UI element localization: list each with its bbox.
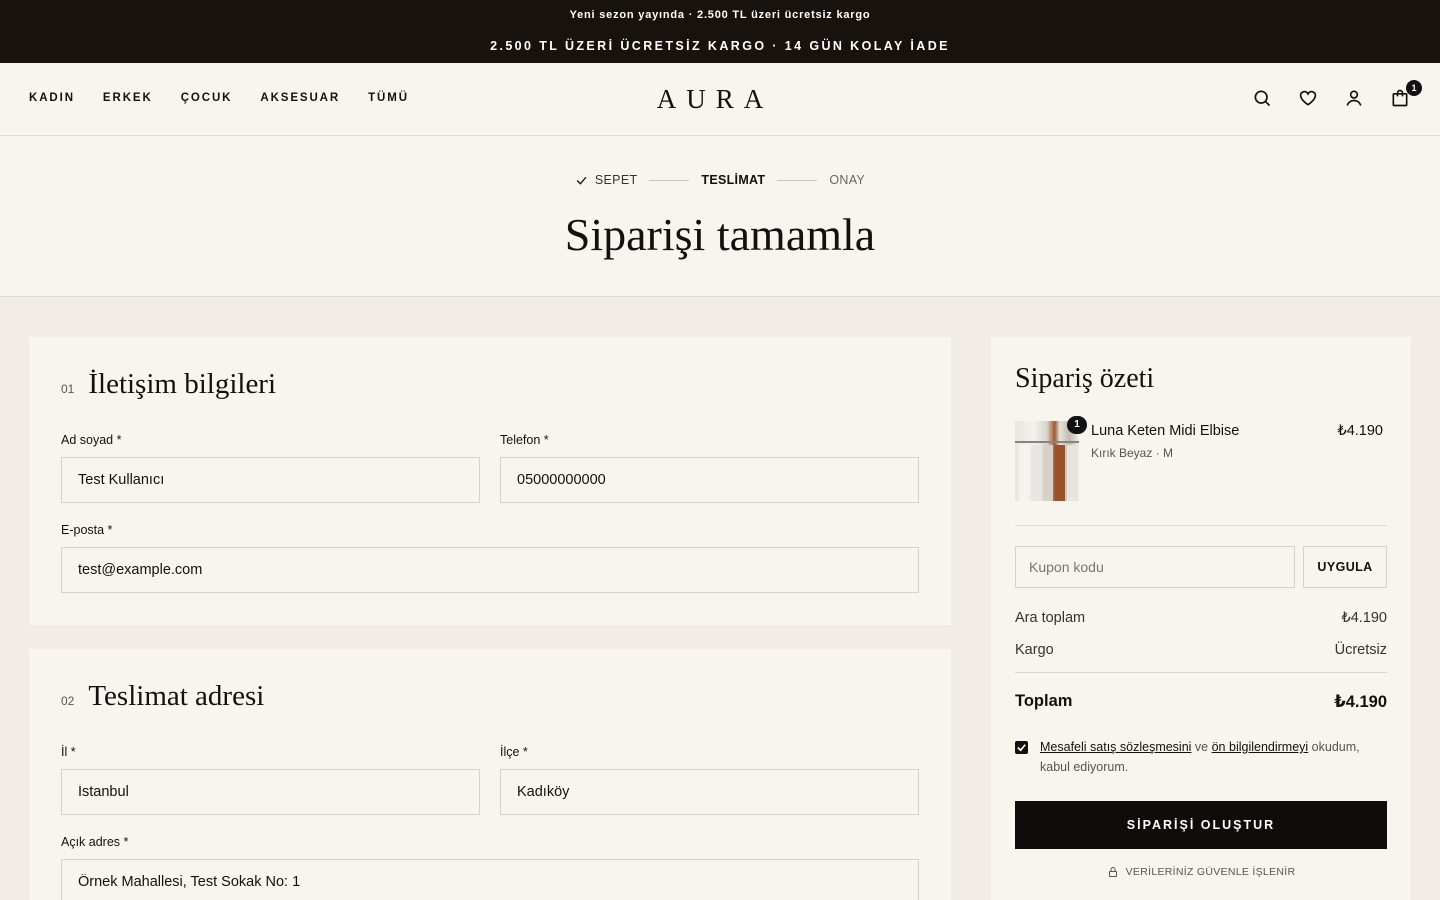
secure-note-label: VERİLERİNİZ GÜVENLE İŞLENİR	[1125, 866, 1296, 878]
terms-text-mid: ve	[1191, 740, 1212, 754]
section-title: Teslimat adresi	[88, 680, 265, 712]
lock-icon	[1108, 867, 1117, 877]
total-value: ₺4.190	[1334, 693, 1387, 711]
check-icon	[576, 176, 587, 185]
divider	[1015, 672, 1387, 673]
district-input[interactable]	[500, 769, 919, 815]
contact-section-header: 01 İletişim bilgileri	[61, 368, 276, 401]
announcement-line-1: Yeni sezon yayında · 2.500 TL üzeri ücre…	[569, 9, 871, 21]
contact-section: 01 İletişim bilgileri Ad soyad * Telefon…	[29, 337, 951, 625]
coupon-input[interactable]	[1015, 546, 1295, 588]
email-input[interactable]	[61, 547, 919, 593]
step-confirm: ONAY	[829, 173, 865, 187]
shipping-label: Kargo	[1015, 642, 1054, 658]
order-summary: Sipariş özeti 1 Luna Keten Midi Elbise ₺…	[991, 337, 1411, 900]
search-icon	[1254, 90, 1271, 107]
terms-checkbox[interactable]	[1015, 741, 1028, 754]
section-number: 02	[61, 694, 75, 708]
garment-shape	[1055, 445, 1065, 501]
site-header: KADIN ERKEK ÇOCUK AKSESUAR TÜMÜ AURA 1	[0, 63, 1440, 136]
step-cart[interactable]: SEPET	[575, 173, 638, 187]
announcement-line-2: 2.500 TL ÜZERİ ÜCRETSİZ KARGO · 14 GÜN K…	[490, 39, 950, 53]
phone-label: Telefon *	[500, 433, 549, 447]
cart-count-badge: 1	[1406, 80, 1422, 96]
section-number: 01	[61, 382, 75, 396]
user-icon	[1346, 90, 1362, 106]
checkout-steps: SEPET TESLİMAT ONAY	[0, 173, 1440, 187]
summary-title: Sipariş özeti	[1015, 363, 1155, 394]
step-cart-label: SEPET	[594, 173, 638, 187]
shipping-value: Ücretsiz	[1334, 642, 1387, 658]
garment-shape	[1067, 445, 1077, 501]
terms-text: Mesafeli satış sözleşmesini ve ön bilgil…	[1040, 737, 1387, 777]
garment-shape	[1043, 445, 1053, 501]
shipping-row: Kargo Ücretsiz	[1015, 642, 1387, 658]
product-variant: Kırık Beyaz · M	[1091, 446, 1174, 460]
checkout-hero: SEPET TESLİMAT ONAY Siparişi tamamla	[0, 136, 1440, 297]
address-section-header: 02 Teslimat adresi	[61, 680, 264, 713]
search-button[interactable]	[1252, 88, 1274, 110]
total-label: Toplam	[1015, 692, 1073, 710]
announcement-bar: Yeni sezon yayında · 2.500 TL üzeri ücre…	[0, 0, 1440, 63]
preliminary-info-link[interactable]: ön bilgilendirmeyi	[1212, 740, 1309, 754]
product-price: ₺4.190	[1337, 423, 1383, 439]
full-address-label: Açık adres *	[61, 835, 129, 849]
step-delivery: TESLİMAT	[701, 173, 765, 187]
product-name: Luna Keten Midi Elbise	[1091, 423, 1240, 439]
checkmark-icon	[1017, 744, 1026, 752]
full-address-input[interactable]	[61, 859, 919, 900]
heart-icon	[1299, 90, 1317, 106]
place-order-button[interactable]: SİPARİŞİ OLUŞTUR	[1015, 801, 1387, 849]
secure-note: VERİLERİNİZ GÜVENLE İŞLENİR	[1015, 866, 1387, 878]
apply-coupon-button[interactable]: UYGULA	[1303, 546, 1387, 588]
wishlist-button[interactable]	[1298, 88, 1320, 110]
step-divider	[777, 179, 818, 181]
total-row: Toplam ₺4.190	[1015, 692, 1387, 712]
subtotal-value: ₺4.190	[1341, 610, 1387, 626]
page-title: Siparişi tamamla	[564, 209, 876, 260]
terms-agreement: Mesafeli satış sözleşmesini ve ön bilgil…	[1015, 737, 1387, 777]
clothing-rack-rail	[1015, 441, 1079, 443]
city-label: İl *	[61, 745, 76, 759]
garment-shape	[1031, 445, 1041, 501]
step-confirm-label: ONAY	[829, 173, 866, 187]
item-quantity-badge: 1	[1067, 416, 1087, 434]
city-input[interactable]	[61, 769, 480, 815]
name-input[interactable]	[61, 457, 480, 503]
phone-input[interactable]	[500, 457, 919, 503]
email-label: E-posta *	[61, 523, 113, 537]
subtotal-label: Ara toplam	[1015, 610, 1086, 626]
account-button[interactable]	[1344, 88, 1366, 110]
cart-button[interactable]: 1	[1390, 80, 1422, 110]
name-label: Ad soyad *	[61, 433, 122, 447]
garment-shape	[1019, 445, 1029, 501]
step-divider	[649, 179, 690, 181]
product-thumbnail	[1015, 421, 1079, 501]
divider	[1015, 525, 1387, 526]
address-section: 02 Teslimat adresi İl * İlçe * Açık adre…	[29, 649, 951, 900]
step-delivery-label: TESLİMAT	[701, 173, 766, 187]
section-title: İletişim bilgileri	[88, 368, 277, 400]
header-actions: 1	[1228, 80, 1422, 110]
district-label: İlçe *	[500, 745, 528, 759]
brand-logo[interactable]: AURA	[0, 84, 1430, 115]
subtotal-row: Ara toplam ₺4.190	[1015, 610, 1387, 626]
distance-sales-link[interactable]: Mesafeli satış sözleşmesini	[1040, 740, 1191, 754]
